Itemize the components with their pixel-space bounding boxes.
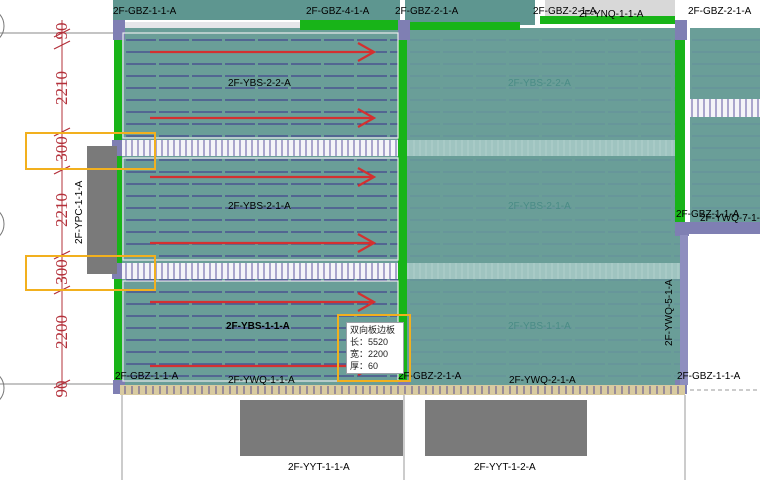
stair-label[interactable]: 2F-YYT-1-1-A bbox=[288, 462, 350, 474]
stair bbox=[240, 400, 403, 456]
column-label[interactable]: 2F-GBZ-2-1-A bbox=[395, 6, 458, 18]
column-label[interactable]: 2F-GBZ-1-1-A bbox=[113, 6, 176, 18]
wall-label[interactable]: 2F-YNQ-1-1-A bbox=[579, 9, 643, 21]
wall-label[interactable]: 2F-YPC-1-1-A bbox=[74, 181, 85, 244]
column bbox=[398, 20, 410, 40]
floor-plan-canvas: 90 2210 300 2210 300 2200 90 2F-GBZ-1-1-… bbox=[0, 0, 760, 480]
wall bbox=[675, 28, 685, 228]
wall-label[interactable]: 2F-YWQ-5-1-A bbox=[664, 279, 675, 346]
tooltip-title: 双向板边板 bbox=[350, 325, 396, 335]
stair bbox=[425, 400, 587, 456]
wall bbox=[680, 235, 688, 385]
highlight-box bbox=[25, 255, 156, 291]
slab-label[interactable]: 2F-YBS-2-2-A bbox=[228, 78, 291, 90]
slab-label[interactable]: 2F-YBS-2-2-A bbox=[508, 78, 571, 90]
wall bbox=[405, 22, 520, 30]
axis-bubble bbox=[0, 13, 5, 39]
wall-label[interactable]: 2F-YWQ-2-1-A bbox=[509, 375, 576, 387]
dimension-label: 2200 bbox=[52, 315, 71, 349]
wall-label[interactable]: 2F-YWQ-1-1-A bbox=[228, 375, 295, 387]
slab-label-selected[interactable]: 2F-YBS-1-1-A bbox=[226, 321, 290, 333]
slab-label[interactable]: 2F-YBS-2-1-A bbox=[228, 201, 291, 213]
dimension-label: 90 bbox=[52, 380, 71, 398]
axis-bubble bbox=[0, 211, 5, 237]
bottom-wall bbox=[120, 385, 685, 395]
stair-label[interactable]: 2F-YYT-1-2-A bbox=[474, 462, 536, 474]
dimension-label: 90 bbox=[52, 22, 71, 40]
slab-info-tooltip: 双向板边板 长：5520 宽：2200 厚：60 bbox=[346, 322, 404, 374]
floor-plan-drawing bbox=[0, 0, 760, 480]
wall-label[interactable]: 2F-YWQ-7-1-A bbox=[700, 213, 760, 225]
column-label[interactable]: 2F-GBZ-4-1-A bbox=[306, 6, 369, 18]
wall bbox=[300, 20, 400, 30]
column-label[interactable]: 2F-GBZ-1-1-A bbox=[115, 371, 178, 383]
column bbox=[675, 20, 687, 40]
dimension-label: 2210 bbox=[52, 193, 71, 227]
tooltip-width: 宽：2200 bbox=[350, 349, 389, 359]
slab-gap bbox=[405, 263, 685, 279]
slab-gap bbox=[405, 140, 685, 156]
slab-gap bbox=[690, 99, 760, 117]
tooltip-length: 长：5520 bbox=[350, 337, 389, 347]
slab-label[interactable]: 2F-YBS-2-1-A bbox=[508, 201, 571, 213]
column-label[interactable]: 2F-GBZ-2-1-A bbox=[688, 6, 751, 18]
column-label[interactable]: 2F-GBZ-1-1-A bbox=[677, 371, 740, 383]
dimension-label: 2210 bbox=[52, 71, 71, 105]
slab-label[interactable]: 2F-YBS-1-1-A bbox=[508, 321, 571, 333]
slab-area bbox=[690, 28, 760, 228]
highlight-box bbox=[25, 132, 156, 170]
tooltip-thickness: 厚：60 bbox=[350, 361, 379, 371]
axis-bubble bbox=[0, 375, 5, 401]
